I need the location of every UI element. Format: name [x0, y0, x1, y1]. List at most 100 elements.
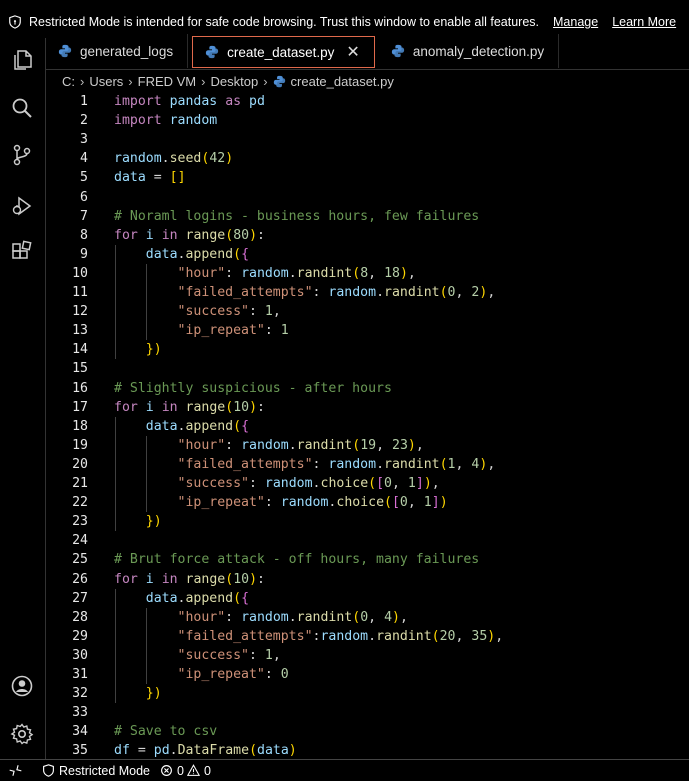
breadcrumb-item[interactable]: FRED VM	[138, 74, 197, 89]
tab-label: anomaly_detection.py	[412, 43, 545, 59]
remote-icon[interactable]	[8, 764, 22, 777]
breadcrumb-item[interactable]: create_dataset.py	[291, 74, 394, 89]
code-line[interactable]: 5 data = []	[46, 168, 689, 187]
code-line[interactable]: 19 "hour": random.randint(19, 23),	[46, 436, 689, 455]
code-line[interactable]: 15	[46, 359, 689, 378]
code-line[interactable]: 12 "success": 1,	[46, 302, 689, 321]
line-number: 21	[72, 476, 88, 491]
line-number: 35	[72, 743, 88, 759]
chevron-right-icon: ›	[80, 73, 85, 89]
account-icon[interactable]	[10, 674, 34, 698]
breadcrumb-item[interactable]: Users	[89, 74, 123, 89]
code-line[interactable]: 1 import pandas as pd	[46, 92, 689, 111]
indent-guide	[114, 416, 116, 532]
code-line[interactable]: 33	[46, 703, 689, 722]
chevron-right-icon: ›	[201, 73, 206, 89]
source-control-icon[interactable]	[10, 143, 34, 167]
tab-label: generated_logs	[80, 43, 174, 59]
line-number: 9	[80, 246, 88, 262]
code-text: "hour": random.randint(8, 18),	[177, 265, 416, 281]
explorer-icon[interactable]	[10, 48, 34, 72]
code-line[interactable]: 17 for i in range(10):	[46, 398, 689, 417]
settings-gear-icon[interactable]	[10, 722, 34, 746]
breadcrumb: C: › Users › FRED VM › Desktop › create_…	[46, 70, 689, 92]
line-number: 7	[80, 208, 88, 224]
shield-icon	[8, 15, 22, 29]
code-line[interactable]: 26 for i in range(10):	[46, 570, 689, 589]
code-text: "success": 1,	[177, 647, 281, 663]
search-icon[interactable]	[10, 96, 34, 120]
code-line[interactable]: 24	[46, 531, 689, 550]
code-line[interactable]: 32 })	[46, 684, 689, 703]
code-text: "ip_repeat": 0	[177, 667, 289, 682]
code-text: for i in range(10):	[114, 399, 265, 415]
line-number: 25	[72, 552, 88, 568]
line-number: 24	[72, 533, 88, 549]
code-line[interactable]: 25 # Brut force attack - off hours, many …	[46, 550, 689, 569]
line-number: 14	[72, 342, 88, 358]
code-line[interactable]: 22 "ip_repeat": random.choice([0, 1])	[46, 493, 689, 512]
code-line[interactable]: 31 "ip_repeat": 0	[46, 665, 689, 684]
code-line[interactable]: 9 data.append({	[46, 245, 689, 264]
chevron-right-icon: ›	[128, 73, 133, 89]
code-line[interactable]: 28 "hour": random.randint(0, 4),	[46, 608, 689, 627]
code-line[interactable]: 10 "hour": random.randint(8, 18),	[46, 264, 689, 283]
code-text: import random	[114, 113, 218, 129]
code-line[interactable]: 14 })	[46, 340, 689, 359]
code-line[interactable]: 4 random.seed(42)	[46, 149, 689, 168]
code-text: data = []	[114, 170, 186, 186]
problems-status[interactable]: 0 0	[160, 764, 211, 778]
breadcrumb-item[interactable]: Desktop	[210, 74, 258, 89]
code-line[interactable]: 11 "failed_attempts": random.randint(0, …	[46, 283, 689, 302]
line-number: 33	[72, 705, 88, 721]
code-line[interactable]: 30 "success": 1,	[46, 646, 689, 665]
code-line[interactable]: 2 import random	[46, 111, 689, 130]
learn-more-link[interactable]: Learn More	[612, 15, 676, 29]
code-line[interactable]: 6	[46, 188, 689, 207]
line-number: 2	[80, 113, 88, 129]
editor-tabs: generated_logs create_dataset.py ✕ anoma…	[46, 34, 689, 70]
code-text: })	[145, 686, 162, 702]
line-number: 18	[72, 418, 88, 434]
close-icon[interactable]: ✕	[346, 42, 359, 62]
tab-anomaly-detection[interactable]: anomaly_detection.py	[379, 34, 560, 68]
breadcrumb-item[interactable]: C:	[62, 74, 75, 89]
code-line[interactable]: 8 for i in range(80):	[46, 226, 689, 245]
code-text: # Noraml logins - business hours, few fa…	[114, 208, 480, 224]
code-line[interactable]: 3	[46, 130, 689, 149]
python-file-icon	[58, 44, 72, 58]
line-number: 15	[72, 361, 88, 377]
code-line[interactable]: 34 # Save to csv	[46, 722, 689, 741]
code-line[interactable]: 27 data.append({	[46, 589, 689, 608]
code-line[interactable]: 18 data.append({	[46, 417, 689, 436]
code-line[interactable]: 35 df = pd.DataFrame(data)	[46, 741, 689, 759]
code-text: "success": 1,	[177, 304, 281, 320]
python-file-icon	[273, 75, 286, 88]
code-line[interactable]: 20 "failed_attempts": random.randint(1, …	[46, 455, 689, 474]
code-line[interactable]: 29 "failed_attempts":random.randint(20, …	[46, 627, 689, 646]
python-file-icon	[391, 44, 405, 58]
line-number: 4	[80, 151, 88, 167]
code-text: # Brut force attack - off hours, many fa…	[114, 552, 480, 568]
manage-link[interactable]: Manage	[553, 15, 598, 29]
indent-guide	[146, 263, 148, 341]
code-editor[interactable]: 1 import pandas as pd 2 import random 3 4 rand…	[46, 92, 689, 759]
line-number: 32	[72, 686, 88, 702]
run-debug-icon[interactable]	[10, 194, 34, 218]
line-number: 16	[72, 380, 88, 396]
code-line[interactable]: 23 })	[46, 512, 689, 531]
code-line[interactable]: 16 # Slightly suspicious - after hours	[46, 379, 689, 398]
tab-create-dataset[interactable]: create_dataset.py ✕	[192, 36, 375, 68]
code-line[interactable]: 21 "success": random.choice([0, 1]),	[46, 474, 689, 493]
code-text: "failed_attempts":random.randint(20, 35)…	[177, 628, 504, 644]
status-bar: Restricted Mode 0 0	[0, 759, 689, 781]
line-number: 5	[80, 170, 88, 186]
code-line[interactable]: 13 "ip_repeat": 1	[46, 321, 689, 340]
tab-generated-logs[interactable]: generated_logs	[46, 34, 189, 68]
restricted-mode-status[interactable]: Restricted Mode	[42, 764, 150, 778]
code-text: "hour": random.randint(19, 23),	[177, 437, 424, 453]
line-number: 27	[72, 590, 88, 606]
code-line[interactable]: 7 # Noraml logins - business hours, few f…	[46, 207, 689, 226]
extensions-icon[interactable]	[10, 240, 34, 264]
code-text: "failed_attempts": random.randint(1, 4),	[177, 456, 496, 472]
